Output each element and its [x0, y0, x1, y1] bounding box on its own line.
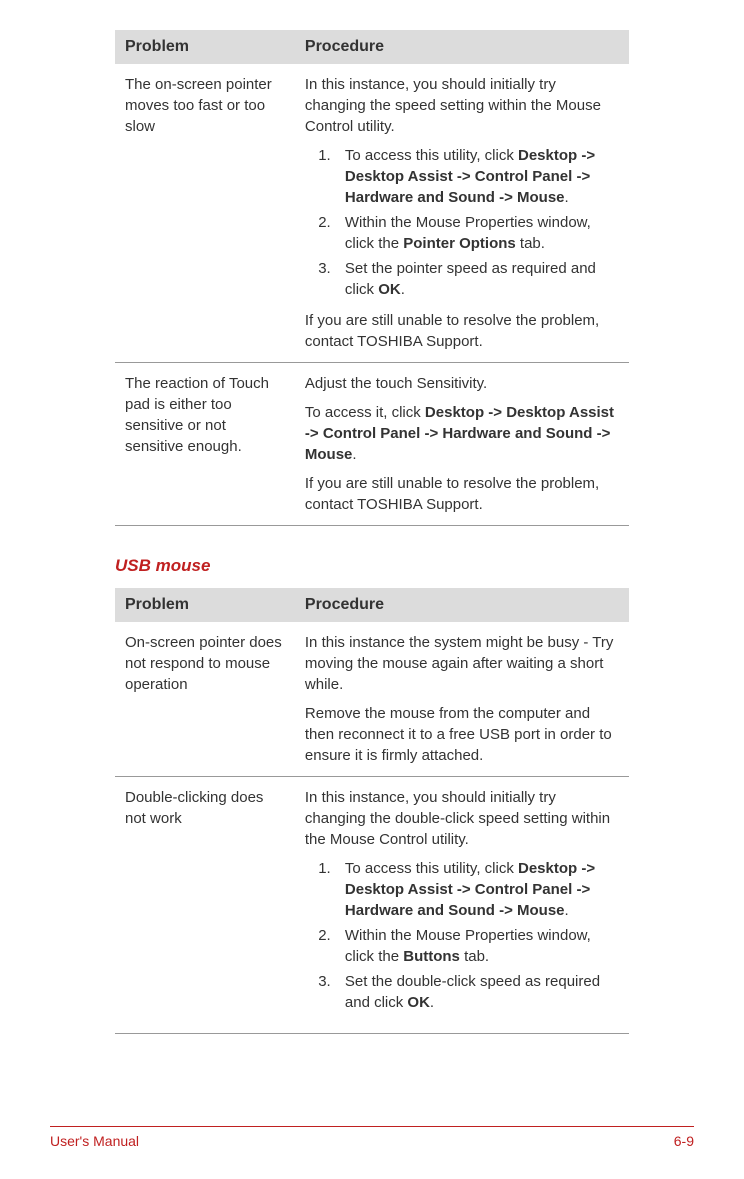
troubleshoot-table-1: Problem Procedure The on-screen pointer … — [115, 30, 629, 526]
table-row: The reaction of Touch pad is either too … — [115, 363, 629, 526]
page-footer: User's Manual 6-9 — [50, 1126, 694, 1149]
procedure-cell: In this instance, you should initially t… — [295, 777, 629, 1034]
paragraph: Remove the mouse from the computer and t… — [305, 703, 619, 766]
list-item: Set the pointer speed as required and cl… — [335, 258, 619, 300]
table2-header-problem: Problem — [115, 588, 295, 622]
list-item: To access this utility, click Desktop ->… — [335, 858, 619, 921]
procedure-cell: In this instance, you should initially t… — [295, 64, 629, 363]
intro-text: In this instance, you should initially t… — [305, 74, 619, 137]
table2-header-procedure: Procedure — [295, 588, 629, 622]
problem-cell: The reaction of Touch pad is either too … — [115, 363, 295, 526]
paragraph: If you are still unable to resolve the p… — [305, 473, 619, 515]
table1-header-problem: Problem — [115, 30, 295, 64]
list-item: Set the double-click speed as required a… — [335, 971, 619, 1013]
paragraph: Adjust the touch Sensitivity. — [305, 373, 619, 394]
footer-right: 6-9 — [674, 1133, 694, 1149]
page-content: Problem Procedure The on-screen pointer … — [50, 30, 694, 1034]
steps-list: To access this utility, click Desktop ->… — [305, 858, 619, 1013]
table-row: On-screen pointer does not respond to mo… — [115, 622, 629, 777]
table-row: The on-screen pointer moves too fast or … — [115, 64, 629, 363]
section-heading-usb-mouse: USB mouse — [115, 556, 629, 576]
troubleshoot-table-2: Problem Procedure On-screen pointer does… — [115, 588, 629, 1034]
steps-list: To access this utility, click Desktop ->… — [305, 145, 619, 300]
table1-header-procedure: Procedure — [295, 30, 629, 64]
paragraph: To access it, click Desktop -> Desktop A… — [305, 402, 619, 465]
procedure-cell: Adjust the touch Sensitivity. To access … — [295, 363, 629, 526]
list-item: Within the Mouse Properties window, clic… — [335, 925, 619, 967]
list-item: To access this utility, click Desktop ->… — [335, 145, 619, 208]
intro-text: In this instance, you should initially t… — [305, 787, 619, 850]
problem-cell: The on-screen pointer moves too fast or … — [115, 64, 295, 363]
table-row: Double-clicking does not work In this in… — [115, 777, 629, 1034]
problem-cell: On-screen pointer does not respond to mo… — [115, 622, 295, 777]
outro-text: If you are still unable to resolve the p… — [305, 310, 619, 352]
footer-left: User's Manual — [50, 1133, 139, 1149]
list-item: Within the Mouse Properties window, clic… — [335, 212, 619, 254]
paragraph: In this instance the system might be bus… — [305, 632, 619, 695]
problem-cell: Double-clicking does not work — [115, 777, 295, 1034]
procedure-cell: In this instance the system might be bus… — [295, 622, 629, 777]
